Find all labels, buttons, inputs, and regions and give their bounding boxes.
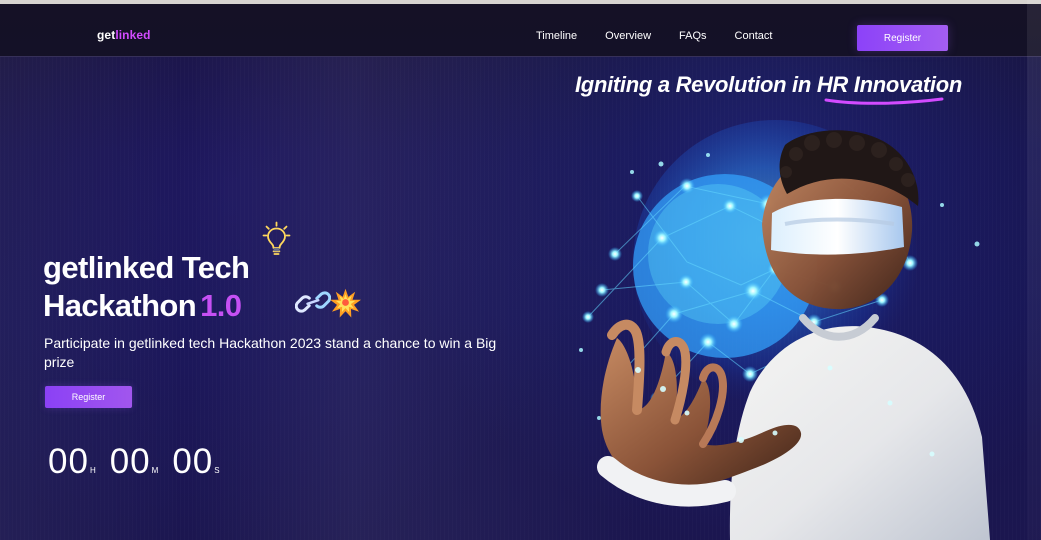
hero-title-word: Hackathon bbox=[43, 288, 197, 323]
app-screen: getlinked Timeline Overview FAQs Contact… bbox=[0, 0, 1041, 540]
nav-item-timeline[interactable]: Timeline bbox=[536, 30, 577, 42]
hero-title-line-1: getlinked Tech bbox=[43, 250, 250, 285]
hero-vr-illustration bbox=[520, 112, 1040, 540]
hero-subtitle: Participate in getlinked tech Hackathon … bbox=[44, 335, 497, 370]
countdown-minutes-value: 00 bbox=[109, 442, 151, 481]
nav-item-overview[interactable]: Overview bbox=[605, 30, 651, 42]
logo-accent-text: linked bbox=[115, 28, 151, 42]
nav-item-faqs[interactable]: FAQs bbox=[679, 30, 707, 42]
tagline-underline bbox=[824, 97, 944, 105]
countdown-timer: 00 H 00 M 00 S bbox=[48, 444, 220, 480]
spark-burst-icon bbox=[330, 288, 361, 318]
header-register-button[interactable]: Register bbox=[857, 25, 948, 51]
hero-title: getlinked Tech Hackathon 1.0 bbox=[43, 248, 250, 325]
countdown-hours-label: H bbox=[89, 466, 96, 475]
countdown-seconds-value: 00 bbox=[172, 442, 214, 481]
link-chain-icon bbox=[295, 291, 331, 313]
main-navigation: Timeline Overview FAQs Contact bbox=[536, 30, 772, 42]
lightbulb-icon bbox=[262, 221, 291, 255]
countdown-seconds: 00 S bbox=[172, 444, 219, 480]
site-logo[interactable]: getlinked bbox=[97, 28, 151, 42]
logo-primary-text: get bbox=[97, 28, 116, 42]
nav-item-contact[interactable]: Contact bbox=[735, 30, 773, 42]
countdown-hours-value: 00 bbox=[48, 442, 89, 481]
hero-title-line-2: Hackathon 1.0 bbox=[43, 286, 249, 325]
countdown-seconds-label: S bbox=[214, 466, 220, 475]
countdown-minutes-label: M bbox=[151, 466, 159, 475]
countdown-minutes: 00 M bbox=[110, 444, 159, 480]
hero-vr-svg bbox=[579, 120, 990, 540]
hero-register-button[interactable]: Register bbox=[45, 386, 132, 408]
countdown-hours: 00 H bbox=[48, 444, 96, 480]
hero-title-version: 1.0 bbox=[200, 288, 242, 323]
top-navigation-bar: getlinked Timeline Overview FAQs Contact… bbox=[0, 4, 1041, 57]
